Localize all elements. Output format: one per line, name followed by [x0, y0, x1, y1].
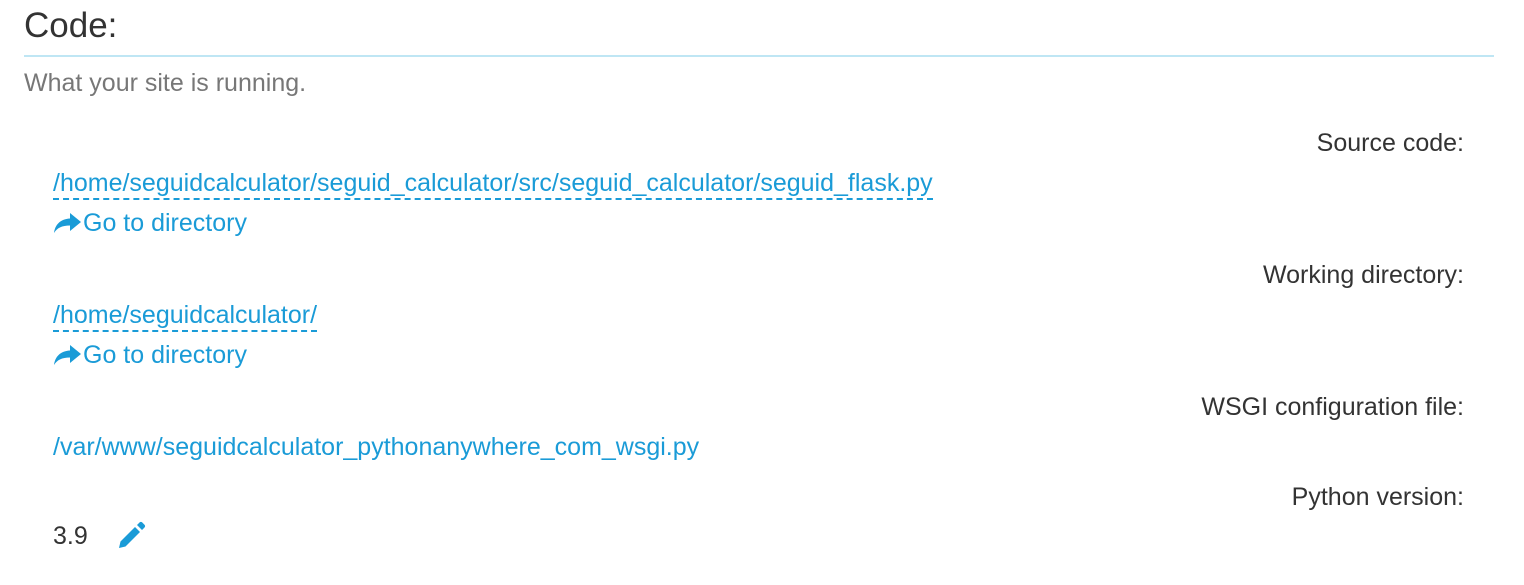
- python-version-value: 3.9: [53, 522, 88, 550]
- python-version-row: 3.9: [53, 520, 146, 552]
- goto-directory-label: Go to directory: [83, 341, 247, 369]
- goto-directory-label: Go to directory: [83, 209, 247, 237]
- python-version-label: Python version:: [1291, 483, 1464, 511]
- section-title: Code:: [24, 6, 118, 45]
- source-code-label: Source code:: [1316, 129, 1464, 157]
- source-code-goto-directory-link[interactable]: Go to directory: [53, 207, 247, 239]
- code-section: Code: What your site is running. Source …: [0, 0, 1524, 585]
- share-arrow-icon: [54, 345, 81, 365]
- pencil-icon[interactable]: [116, 521, 146, 551]
- section-subtitle: What your site is running.: [24, 69, 307, 97]
- working-directory-path-link[interactable]: /home/seguidcalculator/: [53, 300, 318, 332]
- source-code-path-link[interactable]: /home/seguidcalculator/seguid_calculator…: [53, 168, 933, 200]
- wsgi-config-file-link[interactable]: /var/www/seguidcalculator_pythonanywhere…: [53, 431, 699, 463]
- working-directory-label: Working directory:: [1263, 261, 1464, 289]
- title-divider: [24, 55, 1494, 57]
- wsgi-config-label: WSGI configuration file:: [1201, 393, 1464, 421]
- share-arrow-icon: [54, 213, 81, 233]
- working-directory-goto-directory-link[interactable]: Go to directory: [53, 339, 247, 371]
